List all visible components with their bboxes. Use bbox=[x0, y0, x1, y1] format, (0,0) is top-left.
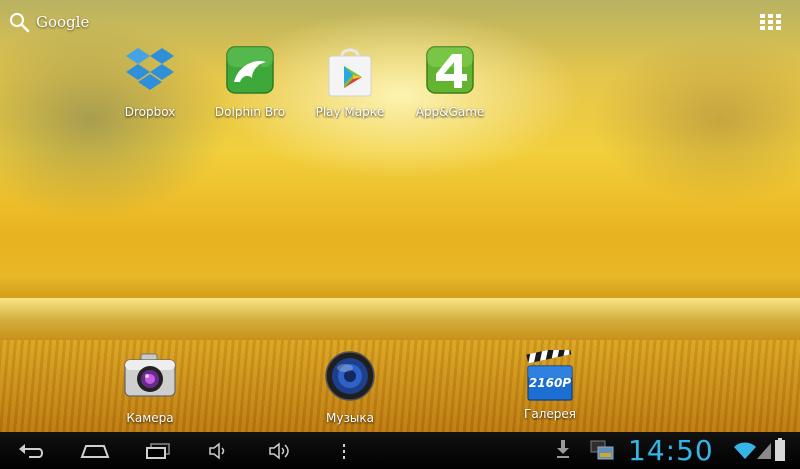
battery-icon bbox=[775, 438, 785, 461]
volume-down-icon bbox=[209, 441, 225, 460]
app-label: Play Марке bbox=[315, 105, 385, 119]
app-label: Dropbox bbox=[124, 105, 176, 119]
app-label: Галерея bbox=[524, 407, 576, 421]
dock-gallery[interactable]: 2160P Галерея bbox=[500, 350, 600, 421]
search-icon bbox=[10, 13, 30, 33]
recent-apps-button[interactable] bbox=[142, 432, 176, 469]
dock-music[interactable]: Музыка bbox=[300, 350, 400, 425]
system-navigation-bar: 14:50 bbox=[0, 432, 800, 469]
home-icon bbox=[80, 444, 110, 458]
menu-button[interactable] bbox=[336, 432, 352, 469]
gallery-icon: 2160P bbox=[522, 350, 578, 406]
google-label: Google bbox=[36, 13, 90, 31]
dolphin-browser-icon bbox=[226, 46, 274, 94]
all-apps-icon[interactable] bbox=[760, 14, 782, 30]
wallpaper-horizon bbox=[0, 298, 800, 344]
camera-icon bbox=[124, 353, 176, 397]
back-button[interactable] bbox=[14, 432, 48, 469]
app-label: Dolphin Bro bbox=[214, 105, 286, 119]
volume-up-button[interactable] bbox=[266, 432, 296, 469]
music-icon bbox=[325, 351, 375, 401]
google-search-bar[interactable]: Google bbox=[8, 10, 89, 34]
overflow-menu-icon bbox=[343, 443, 345, 459]
play-market-icon bbox=[328, 48, 372, 97]
screenshot-notification-icon[interactable] bbox=[590, 440, 614, 460]
app-label: App&Game bbox=[415, 105, 485, 119]
status-clock: 14:50 bbox=[628, 434, 714, 467]
gallery-badge-text: 2160P bbox=[528, 376, 572, 390]
home-screen: Google Dropbox Dolphin Bro Play Марке Ap… bbox=[0, 0, 800, 469]
dock-camera[interactable]: Камера bbox=[100, 350, 200, 425]
app-play-market[interactable]: Play Марке bbox=[300, 44, 400, 119]
app-app-and-game[interactable]: App&Game bbox=[400, 44, 500, 119]
wifi-icon bbox=[734, 442, 756, 459]
app-dropbox[interactable]: Dropbox bbox=[100, 44, 200, 119]
cellular-signal-icon bbox=[757, 443, 771, 459]
volume-down-button[interactable] bbox=[205, 432, 233, 469]
volume-up-icon bbox=[269, 441, 289, 460]
back-icon bbox=[19, 443, 43, 458]
recent-apps-icon bbox=[146, 442, 170, 459]
download-icon[interactable] bbox=[555, 438, 571, 460]
home-button[interactable] bbox=[78, 432, 112, 469]
app-label: Камера bbox=[126, 411, 174, 425]
dropbox-icon bbox=[126, 48, 174, 90]
app-game-icon bbox=[426, 46, 474, 94]
app-dolphin-browser[interactable]: Dolphin Bro bbox=[200, 44, 300, 119]
app-label: Музыка bbox=[326, 411, 374, 425]
